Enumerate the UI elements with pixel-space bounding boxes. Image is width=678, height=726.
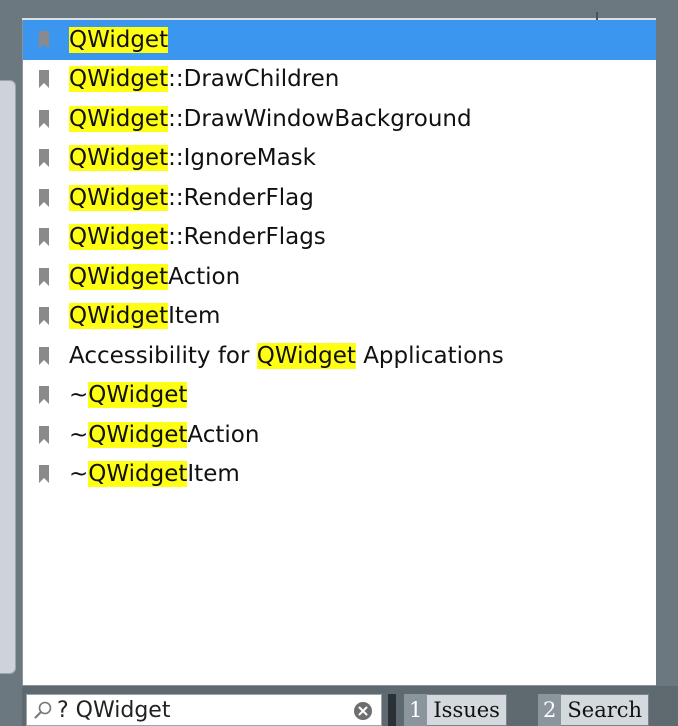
completion-item-text: ~QWidgetItem bbox=[65, 461, 240, 488]
item-suffix: Applications bbox=[355, 342, 504, 369]
completion-item[interactable]: QWidget::DrawWindowBackground bbox=[23, 99, 656, 139]
completion-item-text: Accessibility for QWidget Applications bbox=[65, 342, 504, 369]
locator-input-text[interactable]: ? QWidget bbox=[57, 698, 170, 723]
left-side-panel bbox=[0, 80, 16, 674]
bookmark-icon bbox=[39, 109, 65, 128]
completion-list: QWidget QWidget::DrawChildren QWidget::D… bbox=[23, 20, 656, 494]
output-tab-issues[interactable]: 1 Issues bbox=[404, 694, 507, 726]
match-highlight: QWidget bbox=[69, 26, 169, 53]
completion-item-text: QWidgetItem bbox=[65, 303, 221, 330]
completion-item[interactable]: QWidget bbox=[23, 20, 656, 60]
completion-item-text: ~QWidget bbox=[65, 382, 188, 409]
completion-item-text: QWidget::DrawChildren bbox=[65, 66, 340, 93]
match-highlight: QWidget bbox=[69, 105, 169, 132]
completion-item-text: QWidget bbox=[65, 26, 169, 53]
item-suffix: Item bbox=[168, 303, 221, 330]
item-suffix: ::DrawWindowBackground bbox=[168, 105, 472, 132]
output-tab-search[interactable]: 2 Search bbox=[538, 694, 650, 726]
completion-item-text: QWidget::RenderFlags bbox=[65, 224, 326, 251]
completion-item-text: QWidget::RenderFlag bbox=[65, 184, 314, 211]
search-icon bbox=[33, 700, 53, 720]
completion-item[interactable]: ~QWidget bbox=[23, 376, 656, 416]
match-highlight: QWidget bbox=[88, 421, 188, 448]
tab-number: 1 bbox=[404, 694, 428, 726]
item-suffix: ::RenderFlags bbox=[168, 224, 326, 251]
bookmark-icon bbox=[39, 465, 65, 484]
item-prefix: ~ bbox=[69, 461, 89, 488]
match-highlight: QWidget bbox=[69, 184, 169, 211]
clear-icon bbox=[354, 702, 372, 720]
item-suffix: ::RenderFlag bbox=[168, 184, 314, 211]
tab-label: Search bbox=[561, 694, 650, 726]
completion-item-text: ~QWidgetAction bbox=[65, 421, 260, 448]
completion-item[interactable]: Accessibility for QWidget Applications bbox=[23, 336, 656, 376]
completion-item-text: QWidget::IgnoreMask bbox=[65, 145, 316, 172]
match-highlight: QWidget bbox=[69, 145, 169, 172]
completion-popup: QWidget QWidget::DrawChildren QWidget::D… bbox=[22, 20, 656, 686]
bookmark-icon bbox=[39, 228, 65, 247]
item-suffix: Item bbox=[187, 461, 240, 488]
bookmark-icon bbox=[39, 386, 65, 405]
match-highlight: QWidget bbox=[88, 461, 188, 488]
match-highlight: QWidget bbox=[88, 382, 188, 409]
bookmark-icon bbox=[39, 70, 65, 89]
match-highlight: QWidget bbox=[69, 224, 169, 251]
match-highlight: QWidget bbox=[256, 342, 356, 369]
locator-search-box[interactable]: ? QWidget bbox=[26, 694, 382, 726]
completion-item[interactable]: QWidget::RenderFlag bbox=[23, 178, 656, 218]
completion-item[interactable]: ~QWidgetItem bbox=[23, 455, 656, 495]
item-prefix: ~ bbox=[69, 421, 89, 448]
completion-item[interactable]: QWidget::DrawChildren bbox=[23, 60, 656, 100]
completion-item[interactable]: QWidget::RenderFlags bbox=[23, 218, 656, 258]
completion-item[interactable]: QWidgetItem bbox=[23, 297, 656, 337]
toolbar-separator bbox=[388, 694, 396, 726]
completion-item-text: QWidgetAction bbox=[65, 263, 241, 290]
tab-label: Issues bbox=[427, 694, 507, 726]
bookmark-icon bbox=[39, 149, 65, 168]
match-highlight: QWidget bbox=[69, 263, 169, 290]
match-highlight: QWidget bbox=[69, 303, 169, 330]
completion-item[interactable]: QWidgetAction bbox=[23, 257, 656, 297]
top-tick-mark bbox=[596, 12, 598, 20]
item-suffix: Action bbox=[168, 263, 241, 290]
item-prefix: ~ bbox=[69, 382, 89, 409]
completion-item-text: QWidget::DrawWindowBackground bbox=[65, 105, 472, 132]
bookmark-icon bbox=[39, 425, 65, 444]
bookmark-icon bbox=[39, 267, 65, 286]
bookmark-icon bbox=[39, 346, 65, 365]
tab-number: 2 bbox=[538, 694, 562, 726]
bookmark-icon bbox=[39, 188, 65, 207]
item-suffix: ::DrawChildren bbox=[168, 66, 340, 93]
item-suffix: ::IgnoreMask bbox=[168, 145, 316, 172]
completion-item[interactable]: QWidget::IgnoreMask bbox=[23, 139, 656, 179]
completion-item[interactable]: ~QWidgetAction bbox=[23, 415, 656, 455]
item-prefix: Accessibility for bbox=[69, 342, 257, 369]
bookmark-icon bbox=[39, 307, 65, 326]
bookmark-icon bbox=[39, 30, 65, 49]
match-highlight: QWidget bbox=[69, 66, 169, 93]
item-suffix: Action bbox=[187, 421, 260, 448]
clear-button[interactable] bbox=[353, 701, 373, 721]
